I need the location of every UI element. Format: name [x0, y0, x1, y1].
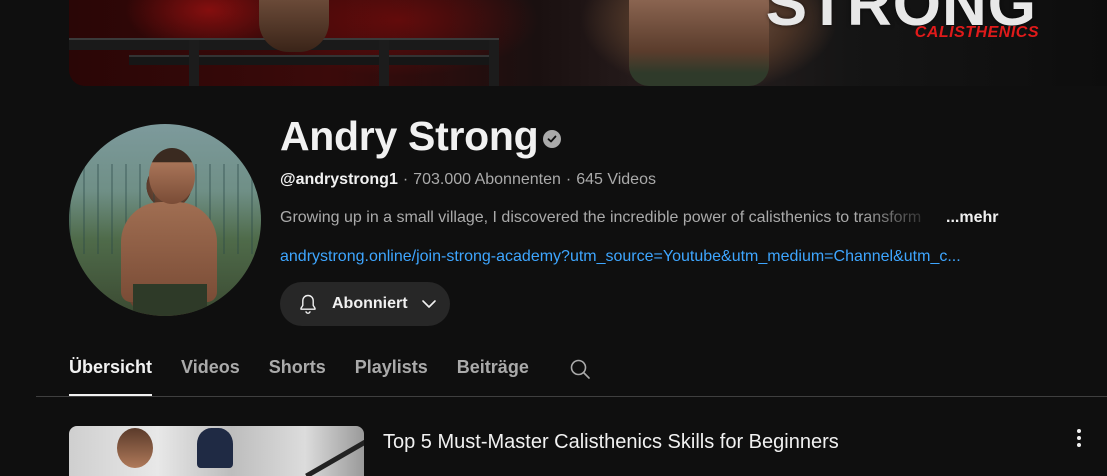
banner-brand-subtitle: CALISTHENICS [914, 24, 1039, 41]
subscriber-count: 703.000 Abonnenten [413, 171, 561, 188]
video-thumbnail[interactable] [69, 426, 364, 476]
banner-pole [189, 40, 199, 86]
video-title[interactable]: Top 5 Must-Master Calisthenics Skills fo… [383, 428, 839, 456]
checkmark-icon [547, 135, 557, 143]
avatar-figure-shorts [133, 284, 207, 316]
video-count: 645 Videos [576, 171, 656, 188]
avatar-figure-head [149, 148, 195, 204]
tab-overview[interactable]: Übersicht [69, 354, 153, 396]
thumbnail-person [197, 428, 233, 468]
search-icon[interactable] [568, 357, 592, 386]
channel-description[interactable]: Growing up in a small village, I discove… [280, 208, 940, 228]
banner-athlete [259, 0, 329, 52]
banner-pole [489, 40, 499, 86]
verified-badge-icon [543, 130, 561, 148]
more-options-icon[interactable] [1070, 427, 1088, 449]
channel-avatar[interactable] [69, 124, 261, 316]
channel-handle: @andrystrong1 [280, 171, 398, 188]
banner-bar [129, 55, 489, 65]
more-link[interactable]: ...mehr [946, 208, 998, 228]
channel-tabs: Übersicht Videos Shorts Playlists Beiträ… [69, 354, 558, 396]
channel-meta: @andrystrong1 · 703.000 Abonnenten · 645 Vid… [280, 170, 656, 190]
tab-playlists[interactable]: Playlists [355, 354, 428, 396]
thumbnail-graphic [305, 426, 364, 476]
chevron-down-icon [420, 295, 438, 313]
tab-shorts[interactable]: Shorts [269, 354, 326, 396]
channel-external-link[interactable]: andrystrong.online/join-strong-academy?u… [280, 247, 992, 267]
meta-separator: · [402, 171, 409, 188]
meta-separator: · [565, 171, 572, 188]
banner-pole [379, 40, 389, 86]
channel-banner: STRONG CALISTHENICS [69, 0, 1107, 86]
subscribed-button-label: Abonniert [332, 295, 408, 312]
thumbnail-person [117, 428, 153, 468]
tab-posts[interactable]: Beiträge [457, 354, 529, 396]
bell-icon [300, 294, 316, 314]
banner-athlete [629, 0, 769, 86]
tabs-divider [36, 396, 1107, 397]
tab-videos[interactable]: Videos [181, 354, 240, 396]
subscribed-button[interactable]: Abonniert [280, 282, 450, 326]
channel-name: Andry Strong [280, 113, 539, 159]
